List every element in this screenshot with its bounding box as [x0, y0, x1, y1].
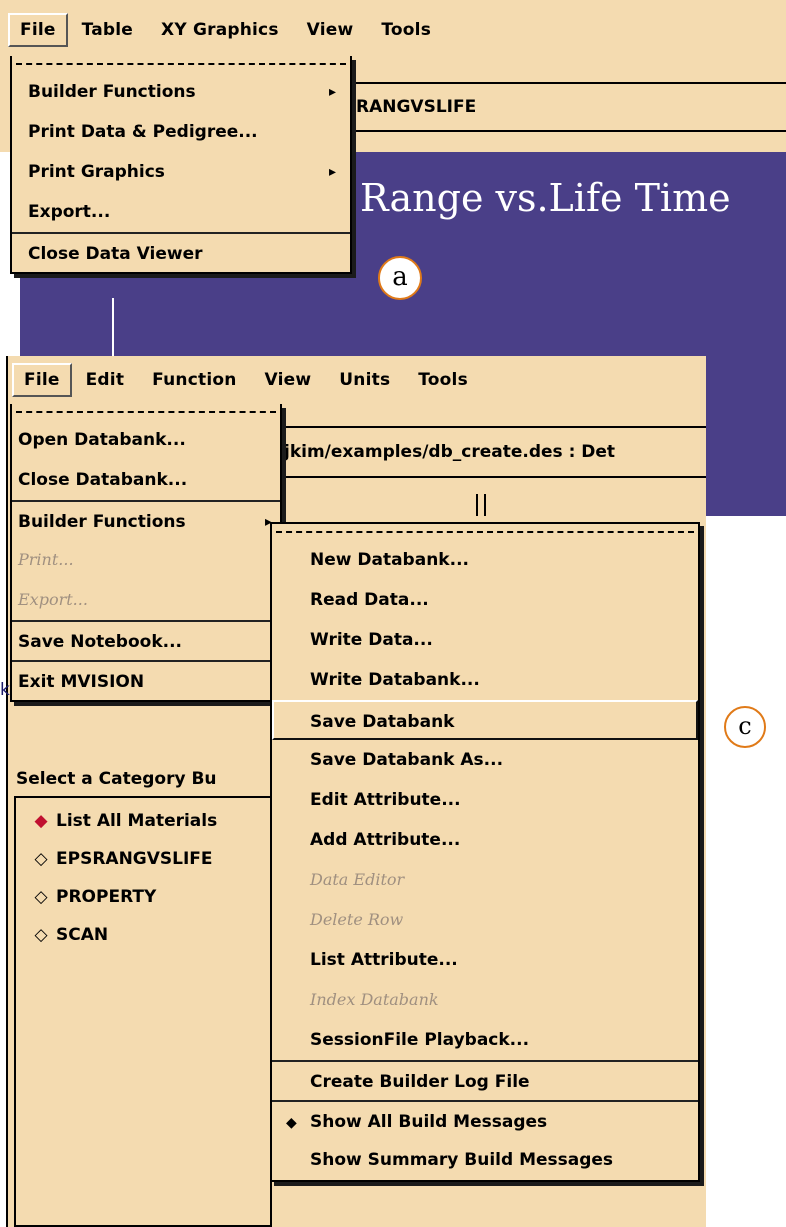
bottom-path-text: jkim/examples/db_create.des : Det [284, 442, 616, 462]
top-menu-view[interactable]: View [293, 12, 368, 48]
category-epsrangvslife[interactable]: ◇ EPSRANGVSLIFE [16, 840, 270, 878]
submenu-arrow-icon: ▸ [328, 164, 336, 180]
top-tear-off[interactable] [12, 56, 350, 72]
submenu-sessionfile-playback[interactable]: SessionFile Playback... [272, 1020, 698, 1060]
radio-selected-icon: ◆ [34, 811, 48, 831]
submenu-write-data[interactable]: Write Data... [272, 620, 698, 660]
submenu-new-databank[interactable]: New Databank... [272, 540, 698, 580]
submenu-index-databank[interactable]: Index Databank [272, 980, 698, 1020]
top-file-menu: Builder Functions ▸ Print Data & Pedigree… [10, 56, 352, 274]
top-menu-item-print-data[interactable]: Print Data & Pedigree... [12, 112, 350, 152]
top-path-text: RANGVSLIFE [356, 97, 477, 117]
category-label: Select a Category Bu [16, 769, 217, 789]
menu-item-close-databank[interactable]: Close Databank... [12, 460, 280, 500]
top-menu-item-builder-functions[interactable]: Builder Functions ▸ [12, 72, 350, 112]
bottom-menubar: File Edit Function View Units Tools [8, 362, 482, 398]
top-menu-xy-graphics[interactable]: XY Graphics [147, 12, 293, 48]
category-list: ◆ List All Materials ◇ EPSRANGVSLIFE ◇ PROP… [14, 796, 272, 1227]
submenu-edit-attribute[interactable]: Edit Attribute... [272, 780, 698, 820]
menu-item-open-databank[interactable]: Open Databank... [12, 420, 280, 460]
menu-item-builder-functions[interactable]: Builder Functions ▸ [12, 500, 280, 540]
top-menu-item-close-viewer[interactable]: Close Data Viewer [12, 232, 350, 272]
submenu-tear-off[interactable] [272, 524, 698, 540]
top-menu-tools[interactable]: Tools [367, 12, 445, 48]
radio-unselected-icon: ◇ [34, 849, 48, 869]
top-menubar: File Table XY Graphics View Tools [4, 12, 445, 48]
bottom-tear-off[interactable] [12, 404, 280, 420]
bottom-menu-tools[interactable]: Tools [404, 362, 482, 398]
submenu-show-all-messages[interactable]: ◆ Show All Build Messages [272, 1100, 698, 1140]
category-scan[interactable]: ◇ SCAN [16, 916, 270, 954]
top-chart-title: Range vs.Life Time [360, 176, 731, 220]
top-path-field: RANGVSLIFE [344, 82, 786, 132]
submenu-save-databank[interactable]: Save Databank [272, 700, 698, 740]
submenu-write-databank[interactable]: Write Databank... [272, 660, 698, 700]
submenu-delete-row[interactable]: Delete Row [272, 900, 698, 940]
submenu-create-log-file[interactable]: Create Builder Log File [272, 1060, 698, 1100]
bottom-menu-view[interactable]: View [251, 362, 326, 398]
top-menu-item-print-graphics[interactable]: Print Graphics ▸ [12, 152, 350, 192]
bottom-menu-units[interactable]: Units [325, 362, 404, 398]
builder-functions-submenu: New Databank... Read Data... Write Data.… [270, 522, 700, 1182]
radio-unselected-icon: ◇ [34, 887, 48, 907]
submenu-add-attribute[interactable]: Add Attribute... [272, 820, 698, 860]
bottom-path-field: jkim/examples/db_create.des : Det [276, 426, 706, 478]
menu-item-export[interactable]: Export... [12, 580, 280, 620]
menu-item-exit[interactable]: Exit MVISION [12, 660, 280, 700]
splitter [476, 494, 486, 516]
category-property[interactable]: ◇ PROPERTY [16, 878, 270, 916]
callout-c: c [724, 706, 766, 748]
category-list-all[interactable]: ◆ List All Materials [16, 802, 270, 840]
submenu-read-data[interactable]: Read Data... [272, 580, 698, 620]
bottom-menu-function[interactable]: Function [138, 362, 250, 398]
plot-axis-line [112, 298, 114, 356]
stray-char: k [0, 680, 10, 700]
callout-a: a [378, 256, 422, 300]
submenu-save-databank-as[interactable]: Save Databank As... [272, 740, 698, 780]
submenu-data-editor[interactable]: Data Editor [272, 860, 698, 900]
top-menu-table[interactable]: Table [68, 12, 147, 48]
radio-unselected-icon: ◇ [34, 925, 48, 945]
top-menu-file[interactable]: File [8, 13, 68, 47]
top-menu-item-export[interactable]: Export... [12, 192, 350, 232]
check-mark-icon: ◆ [286, 1115, 297, 1131]
menu-item-print[interactable]: Print... [12, 540, 280, 580]
menu-item-save-notebook[interactable]: Save Notebook... [12, 620, 280, 660]
bottom-menu-file[interactable]: File [12, 363, 72, 397]
submenu-arrow-icon: ▸ [328, 84, 336, 100]
bottom-file-menu: Open Databank... Close Databank... Build… [10, 404, 282, 702]
submenu-show-summary-messages[interactable]: Show Summary Build Messages [272, 1140, 698, 1180]
bottom-menu-edit[interactable]: Edit [72, 362, 139, 398]
submenu-list-attribute[interactable]: List Attribute... [272, 940, 698, 980]
